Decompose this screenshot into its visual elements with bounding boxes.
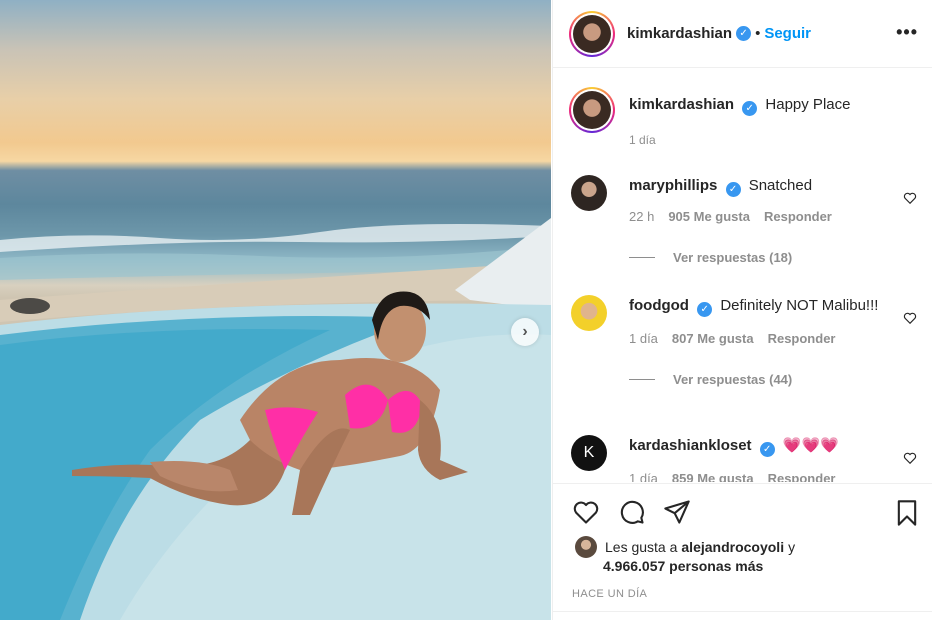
comment-item: maryphillips ✓ Snatched 22 h 905 Me gusta… bbox=[571, 175, 921, 265]
more-options-icon[interactable]: ••• bbox=[896, 22, 918, 43]
verified-badge-icon: ✓ bbox=[697, 302, 713, 317]
comment-username[interactable]: foodgod bbox=[629, 297, 689, 314]
comment-avatar[interactable] bbox=[571, 295, 607, 331]
comment-time: 1 día bbox=[629, 331, 658, 346]
view-replies-label: Ver respuestas (18) bbox=[673, 250, 793, 265]
reply-button[interactable]: Responder bbox=[768, 471, 836, 482]
likes-prefix: Les gusta a bbox=[605, 539, 678, 555]
chevron-right-icon: › bbox=[522, 323, 528, 340]
like-comment-heart-icon[interactable] bbox=[903, 311, 917, 325]
post-caption: kimkardashian ✓ Happy Place bbox=[569, 87, 850, 133]
post-photo[interactable]: › bbox=[0, 0, 551, 620]
liker-avatar[interactable] bbox=[575, 536, 597, 558]
author-username[interactable]: kimkardashian bbox=[627, 25, 732, 42]
likes-summary: Les gusta a alejandrocoyoli y bbox=[575, 536, 795, 558]
comment-avatar[interactable] bbox=[571, 175, 607, 211]
view-replies-button[interactable]: Ver respuestas (18) bbox=[629, 250, 921, 265]
reply-button[interactable]: Responder bbox=[768, 331, 836, 346]
comment-username[interactable]: maryphillips bbox=[629, 177, 717, 194]
separator-dot: • bbox=[755, 25, 761, 42]
comment-item: K kardashiankloset ✓ 💗💗💗 1 día 859 Me gus… bbox=[571, 435, 921, 482]
reply-button[interactable]: Responder bbox=[764, 209, 832, 224]
verified-badge-icon: ✓ bbox=[759, 442, 775, 457]
post-sidebar: kimkardashian ✓ • Seguir ••• kimkardashi… bbox=[552, 0, 932, 620]
verified-badge-icon: ✓ bbox=[725, 182, 741, 197]
follow-button[interactable]: Seguir bbox=[764, 25, 811, 42]
next-photo-button[interactable]: › bbox=[511, 318, 539, 346]
comment-time: 22 h bbox=[629, 209, 655, 224]
liker-username[interactable]: alejandrocoyoli bbox=[681, 539, 784, 555]
comment-username[interactable]: kardashiankloset bbox=[629, 437, 752, 454]
caption-time: 1 día bbox=[629, 133, 656, 147]
divider bbox=[553, 611, 932, 612]
author-avatar[interactable] bbox=[569, 10, 615, 57]
comment-text: Snatched bbox=[748, 177, 813, 194]
view-replies-label: Ver respuestas (44) bbox=[673, 372, 793, 387]
caption-text: Happy Place bbox=[765, 96, 851, 113]
comment-likes[interactable]: 905 Me gusta bbox=[668, 209, 750, 224]
comment-likes[interactable]: 859 Me gusta bbox=[672, 471, 754, 482]
like-comment-heart-icon[interactable] bbox=[903, 451, 917, 465]
comment-text: Definitely NOT Malibu!!! bbox=[720, 297, 879, 314]
save-bookmark-icon[interactable] bbox=[893, 498, 921, 528]
comment-time: 1 día bbox=[629, 471, 658, 482]
caption-avatar[interactable] bbox=[569, 87, 615, 133]
comment-likes[interactable]: 807 Me gusta bbox=[672, 331, 754, 346]
kloset-logo: K bbox=[583, 444, 595, 461]
likes-suffix: y bbox=[788, 539, 796, 555]
action-bar bbox=[553, 483, 932, 540]
share-send-icon[interactable] bbox=[663, 498, 691, 526]
likes-count[interactable]: 4.966.057 personas más bbox=[603, 558, 763, 574]
like-heart-icon[interactable] bbox=[571, 498, 601, 526]
view-replies-button[interactable]: Ver respuestas (44) bbox=[629, 372, 921, 387]
post-header: kimkardashian ✓ • Seguir ••• bbox=[553, 0, 932, 68]
comment-avatar[interactable]: K bbox=[571, 435, 607, 471]
comments-list[interactable]: kimkardashian ✓ Happy Place 1 día maryph… bbox=[553, 69, 932, 482]
verified-badge-icon: ✓ bbox=[736, 26, 752, 41]
like-comment-heart-icon[interactable] bbox=[903, 191, 917, 205]
comment-bubble-icon[interactable] bbox=[617, 498, 647, 526]
comment-item: foodgod ✓ Definitely NOT Malibu!!! 1 día… bbox=[571, 295, 921, 387]
post-timestamp[interactable]: HACE UN DÍA bbox=[572, 588, 647, 600]
photo-scene bbox=[0, 218, 551, 620]
verified-badge-icon: ✓ bbox=[742, 101, 758, 116]
caption-username[interactable]: kimkardashian bbox=[629, 96, 734, 113]
comment-text: 💗💗💗 bbox=[782, 437, 839, 454]
